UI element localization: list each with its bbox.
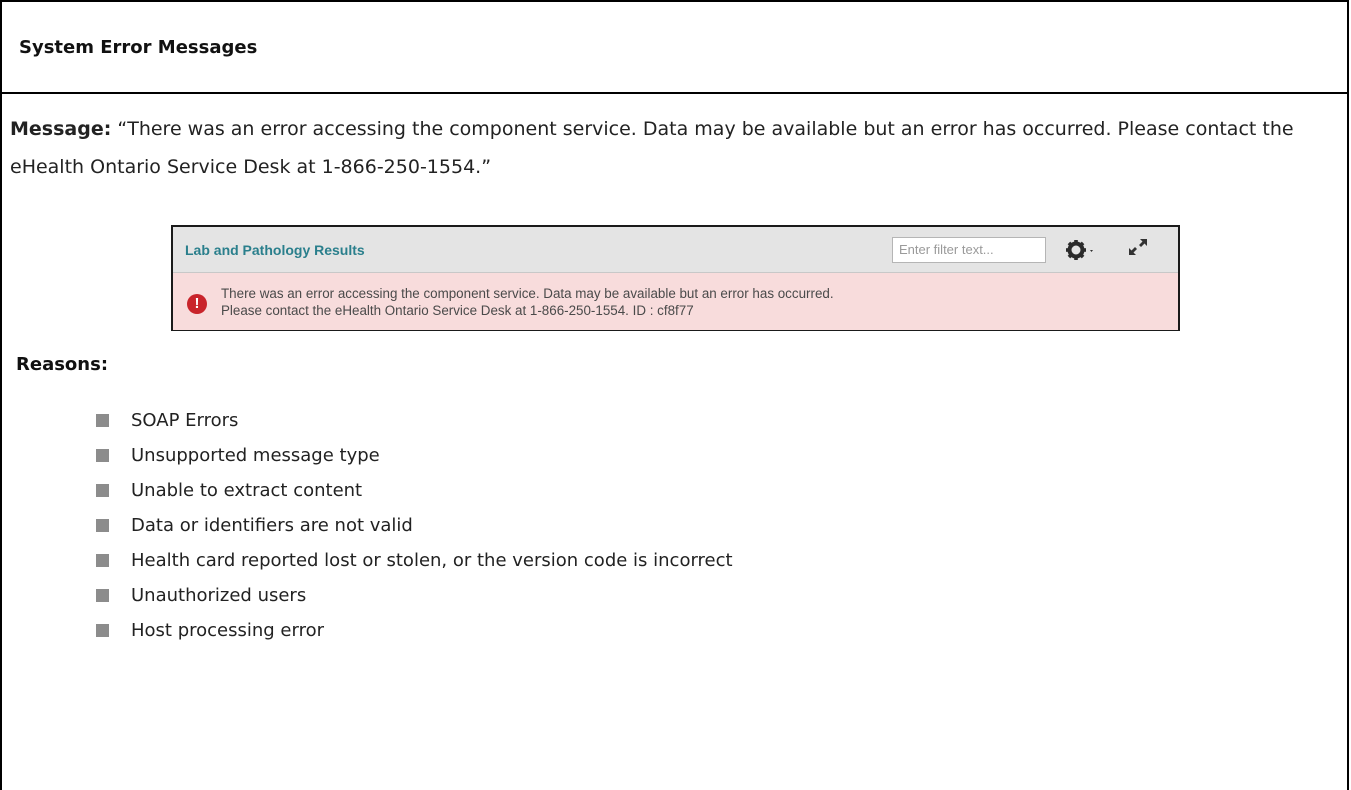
- reasons-section: Reasons:: [16, 353, 108, 377]
- lab-results-widget-screenshot: Lab and Pathology Results Enter filter t…: [171, 225, 1180, 331]
- square-bullet-icon: [96, 554, 109, 567]
- settings-button[interactable]: [1066, 239, 1096, 261]
- list-item: Host processing error: [96, 613, 1196, 648]
- square-bullet-icon: [96, 589, 109, 602]
- list-item: Unsupported message type: [96, 438, 1196, 473]
- square-bullet-icon: [96, 414, 109, 427]
- chevron-down-icon: [1090, 249, 1093, 252]
- square-bullet-icon: [96, 519, 109, 532]
- table-header-cell: System Error Messages: [2, 2, 1347, 94]
- list-item-text: Health card reported lost or stolen, or …: [131, 550, 733, 571]
- expand-icon: [1129, 239, 1147, 255]
- error-line-1: There was an error accessing the compone…: [221, 285, 834, 301]
- table-body-cell: Message: “There was an error accessing t…: [2, 94, 1347, 186]
- section-title: System Error Messages: [19, 36, 258, 58]
- message-label: Message:: [10, 118, 112, 140]
- error-text: There was an error accessing the compone…: [221, 285, 834, 319]
- error-line-2: Please contact the eHealth Ontario Servi…: [221, 302, 694, 318]
- error-banner: ! There was an error accessing the compo…: [173, 273, 1178, 330]
- error-exclamation-icon: !: [187, 293, 207, 314]
- gear-icon: [1066, 239, 1093, 260]
- list-item-text: SOAP Errors: [131, 410, 239, 431]
- reasons-title: Reasons:: [16, 354, 109, 375]
- list-item: Unable to extract content: [96, 473, 1196, 508]
- list-item: Health card reported lost or stolen, or …: [96, 543, 1196, 578]
- list-item-text: Unsupported message type: [131, 445, 380, 466]
- widget-title: Lab and Pathology Results: [185, 241, 365, 258]
- list-item-text: Host processing error: [131, 620, 325, 641]
- filter-input[interactable]: [892, 236, 1046, 263]
- reasons-list: SOAP Errors Unsupported message type Una…: [96, 403, 1196, 648]
- list-item-text: Unauthorized users: [131, 585, 307, 606]
- error-messages-table: System Error Messages Message: “There wa…: [0, 0, 1349, 790]
- message-text: “There was an error accessing the compon…: [10, 118, 1294, 178]
- square-bullet-icon: [96, 484, 109, 497]
- square-bullet-icon: [96, 449, 109, 462]
- expand-button[interactable]: [1126, 236, 1150, 263]
- list-item: Unauthorized users: [96, 578, 1196, 613]
- list-item: SOAP Errors: [96, 403, 1196, 438]
- message-paragraph: Message: “There was an error accessing t…: [10, 110, 1347, 186]
- list-item: Data or identifiers are not valid: [96, 508, 1196, 543]
- square-bullet-icon: [96, 624, 109, 637]
- widget-header: Lab and Pathology Results: [173, 227, 1178, 273]
- list-item-text: Data or identifiers are not valid: [131, 515, 413, 536]
- list-item-text: Unable to extract content: [131, 480, 363, 501]
